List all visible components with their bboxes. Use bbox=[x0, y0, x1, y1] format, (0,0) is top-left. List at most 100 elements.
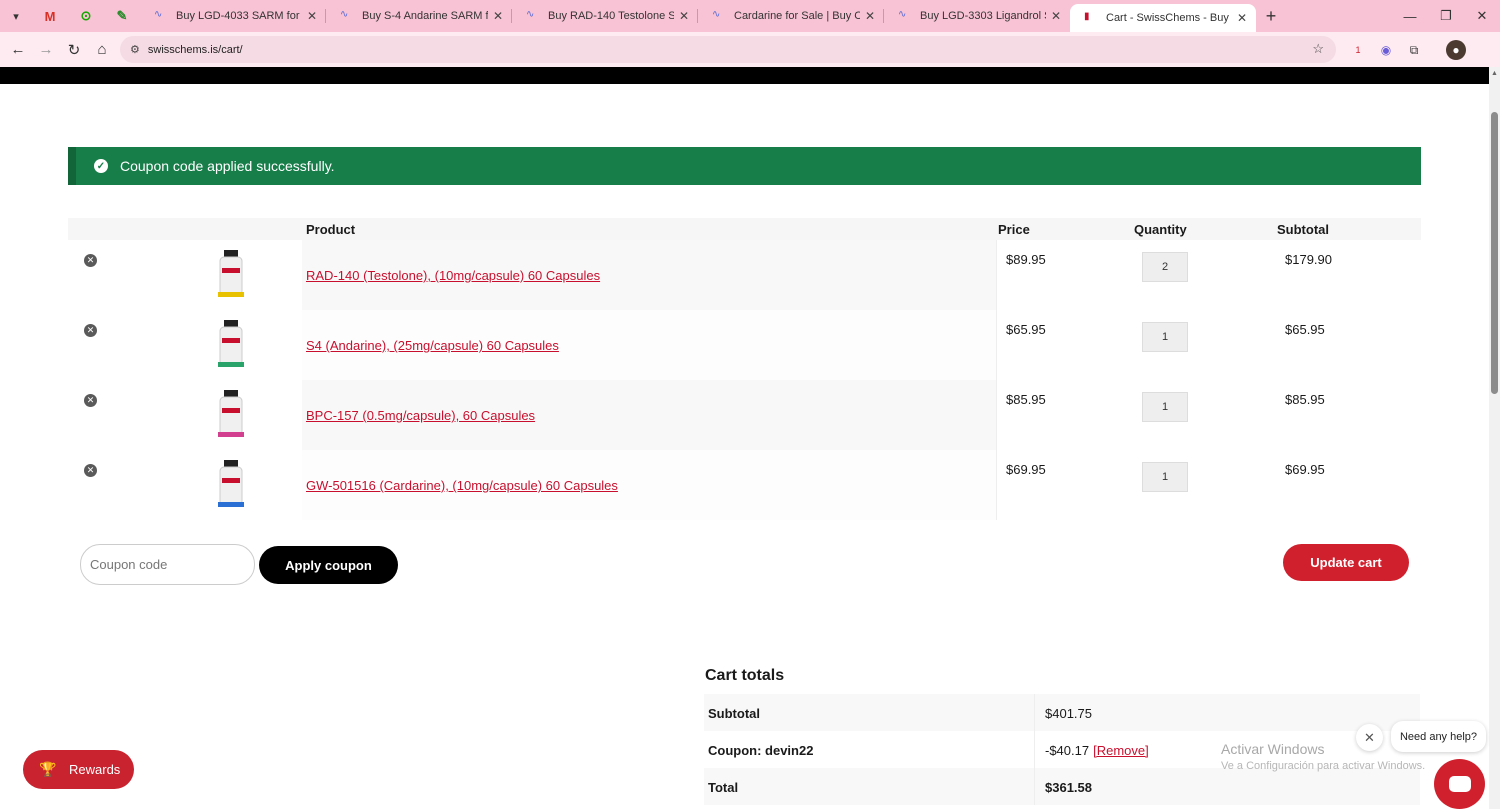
tab-title: Cart - SwissChems - Buy Best Quality bbox=[1106, 12, 1232, 24]
subtotal-value: $401.75 bbox=[1045, 706, 1092, 721]
apply-coupon-button[interactable]: Apply coupon bbox=[259, 546, 398, 584]
browser-tab[interactable]: ∿ Buy LGD-4033 SARM for Sale ✕ bbox=[140, 0, 326, 32]
extension-badge-icon[interactable]: 1 bbox=[1348, 40, 1368, 60]
windows-activation-subtitle: Ve a Configuración para activar Windows. bbox=[1221, 760, 1426, 772]
close-tab-icon[interactable]: ✕ bbox=[1232, 11, 1252, 25]
coupon-discount: -$40.17 [Remove] bbox=[1045, 743, 1149, 758]
close-tab-icon[interactable]: ✕ bbox=[488, 9, 508, 23]
chat-bubble-icon bbox=[1448, 776, 1471, 792]
pinned-tab-gmail[interactable]: M bbox=[32, 0, 68, 32]
quantity-input[interactable]: 1 bbox=[1142, 462, 1188, 492]
coupon-placeholder: Coupon code bbox=[90, 557, 168, 572]
item-price: $89.95 bbox=[1006, 252, 1046, 267]
profile-avatar[interactable]: ● bbox=[1446, 40, 1466, 60]
product-bottle-image[interactable] bbox=[214, 320, 248, 368]
pinned-tab-extension[interactable]: ✎ bbox=[104, 0, 140, 32]
vertical-scrollbar[interactable]: ▲ bbox=[1489, 67, 1500, 809]
column-divider bbox=[1034, 694, 1035, 731]
close-tab-icon[interactable]: ✕ bbox=[302, 9, 322, 23]
restore-icon[interactable]: ❐ bbox=[1428, 0, 1464, 32]
browser-tab-active[interactable]: ▮ Cart - SwissChems - Buy Best Quality ✕ bbox=[1070, 4, 1256, 32]
remove-item-icon[interactable]: ✕ bbox=[84, 324, 97, 337]
pinned-tab-upwork[interactable]: ⊙ bbox=[68, 0, 104, 32]
coupon-label: Coupon: devin22 bbox=[708, 743, 814, 758]
product-link[interactable]: GW-501516 (Cardarine), (10mg/capsule) 60… bbox=[306, 478, 618, 493]
close-window-icon[interactable]: ✕ bbox=[1464, 0, 1500, 32]
column-divider bbox=[1034, 731, 1035, 768]
cart-rows: ✕ RAD-140 (Testolone), (10mg/capsule) 60… bbox=[68, 240, 1422, 520]
extension-icon[interactable]: ◉ bbox=[1376, 40, 1396, 60]
site-favicon-icon: ∿ bbox=[154, 9, 163, 20]
tab-title: Cardarine for Sale | Buy Cardarine bbox=[734, 10, 860, 22]
price-cell bbox=[996, 450, 1422, 520]
close-tab-icon[interactable]: ✕ bbox=[860, 9, 880, 23]
close-tab-icon[interactable]: ✕ bbox=[674, 9, 694, 23]
site-favicon-icon: ∿ bbox=[526, 9, 535, 20]
rewards-button[interactable]: 🏆 Rewards bbox=[23, 750, 134, 789]
forward-arrow-icon[interactable]: → bbox=[32, 36, 60, 64]
product-bottle-image[interactable] bbox=[214, 390, 248, 438]
quantity-input[interactable]: 1 bbox=[1142, 322, 1188, 352]
close-tab-icon[interactable]: ✕ bbox=[1046, 9, 1066, 23]
window-controls: — ❐ ✕ bbox=[1392, 0, 1500, 32]
minimize-icon[interactable]: — bbox=[1392, 0, 1428, 32]
remove-item-icon[interactable]: ✕ bbox=[84, 394, 97, 407]
chat-launcher-button[interactable] bbox=[1434, 759, 1485, 809]
chat-help-bubble[interactable]: Need any help? bbox=[1391, 721, 1486, 752]
quantity-input[interactable]: 2 bbox=[1142, 252, 1188, 282]
extensions-puzzle-icon[interactable]: ⧉ bbox=[1404, 40, 1424, 60]
subtotal-label: Subtotal bbox=[708, 706, 760, 721]
browser-tab[interactable]: ∿ Buy RAD-140 Testolone SARM for Sale ✕ bbox=[512, 0, 698, 32]
remove-coupon-link[interactable]: [Remove] bbox=[1093, 743, 1149, 758]
home-icon[interactable]: ⌂ bbox=[88, 36, 116, 64]
site-info-icon[interactable]: ⚙ bbox=[130, 43, 140, 56]
site-favicon-icon: ∿ bbox=[340, 9, 349, 20]
browser-tab[interactable]: ∿ Cardarine for Sale | Buy Cardarine ✕ bbox=[698, 0, 884, 32]
item-subtotal: $69.95 bbox=[1285, 462, 1325, 477]
site-favicon-icon: ∿ bbox=[898, 9, 907, 20]
close-chat-prompt-icon[interactable]: ✕ bbox=[1356, 724, 1383, 751]
tab-search-icon[interactable]: ▾ bbox=[0, 0, 32, 32]
tab-title: Buy S-4 Andarine SARM for Sale bbox=[362, 10, 488, 22]
product-bottle-image[interactable] bbox=[214, 460, 248, 508]
total-label: Total bbox=[708, 780, 739, 795]
tab-title: Buy LGD-3303 Ligandrol SARM bbox=[920, 10, 1046, 22]
bottle-favicon-icon: ▮ bbox=[1084, 11, 1090, 22]
quantity-input[interactable]: 1 bbox=[1142, 392, 1188, 422]
cart-row-image-cell bbox=[68, 380, 302, 450]
product-link[interactable]: S4 (Andarine), (25mg/capsule) 60 Capsule… bbox=[306, 338, 559, 353]
scrollbar-thumb[interactable] bbox=[1491, 112, 1498, 394]
scroll-up-arrow-icon[interactable]: ▲ bbox=[1491, 70, 1498, 77]
address-toolbar: ← → ↻ ⌂ ⚙ swisschems.is/cart/ ☆ bbox=[0, 32, 1500, 67]
cart-totals-heading: Cart totals bbox=[705, 667, 785, 684]
reload-icon[interactable]: ↻ bbox=[60, 36, 88, 64]
item-subtotal: $65.95 bbox=[1285, 322, 1325, 337]
coupon-code-input[interactable]: Coupon code bbox=[80, 544, 255, 585]
table-row: ✕ S4 (Andarine), (25mg/capsule) 60 Capsu… bbox=[68, 310, 1422, 380]
product-bottle-image[interactable] bbox=[214, 250, 248, 298]
url-text: swisschems.is/cart/ bbox=[147, 43, 243, 56]
remove-item-icon[interactable]: ✕ bbox=[84, 464, 97, 477]
price-cell bbox=[996, 310, 1422, 380]
product-link[interactable]: BPC-157 (0.5mg/capsule), 60 Capsules bbox=[306, 408, 535, 423]
new-tab-plus-icon[interactable]: + bbox=[1256, 6, 1286, 27]
item-price: $65.95 bbox=[1006, 322, 1046, 337]
url-bar[interactable]: ⚙ swisschems.is/cart/ ☆ bbox=[120, 36, 1336, 63]
remove-item-icon[interactable]: ✕ bbox=[84, 254, 97, 267]
update-cart-button[interactable]: Update cart bbox=[1283, 544, 1409, 581]
item-price: $85.95 bbox=[1006, 392, 1046, 407]
bookmark-star-icon[interactable]: ☆ bbox=[1312, 41, 1324, 57]
cart-table-header: Product Price Quantity Subtotal bbox=[68, 218, 1421, 240]
totals-row-total: Total $361.58 bbox=[704, 768, 1420, 805]
browser-tab[interactable]: ∿ Buy S-4 Andarine SARM for Sale ✕ bbox=[326, 0, 512, 32]
table-row: ✕ RAD-140 (Testolone), (10mg/capsule) 60… bbox=[68, 240, 1422, 310]
cart-row-image-cell bbox=[68, 240, 302, 310]
item-price: $69.95 bbox=[1006, 462, 1046, 477]
product-link[interactable]: RAD-140 (Testolone), (10mg/capsule) 60 C… bbox=[306, 268, 600, 283]
notice-text: Coupon code applied successfully. bbox=[120, 158, 335, 174]
item-subtotal: $179.90 bbox=[1285, 252, 1332, 267]
back-arrow-icon[interactable]: ← bbox=[4, 36, 32, 64]
price-cell bbox=[996, 380, 1422, 450]
tab-title: Buy RAD-140 Testolone SARM for Sale bbox=[548, 10, 674, 22]
browser-tab[interactable]: ∿ Buy LGD-3303 Ligandrol SARM ✕ bbox=[884, 0, 1070, 32]
